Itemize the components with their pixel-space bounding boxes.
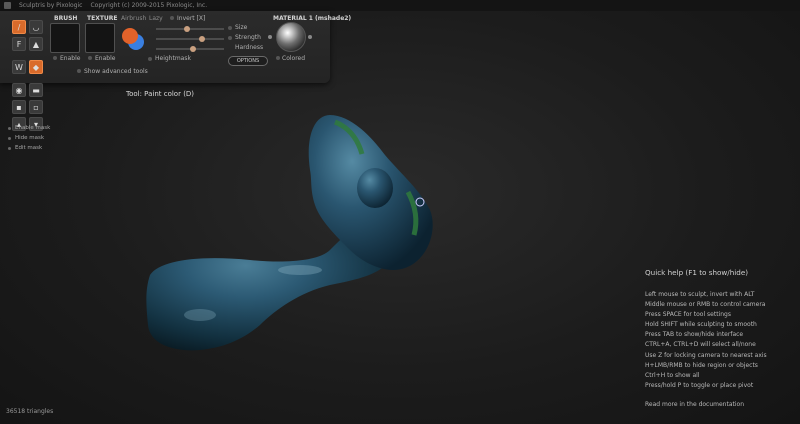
hardness-label: Hardness: [235, 44, 264, 51]
enable-brush-label: Enable: [60, 55, 81, 62]
enable-brush-checkbox[interactable]: [53, 56, 57, 60]
edit-mask-dot: [8, 146, 11, 150]
enable-texture-label: Enable: [95, 55, 116, 62]
material-preview[interactable]: [276, 22, 306, 52]
size-slider[interactable]: [156, 26, 224, 32]
material-right-dot[interactable]: [308, 35, 312, 39]
crease-icon[interactable]: ◡: [29, 20, 43, 34]
hide-mask-label: Hide mask: [15, 135, 45, 141]
colored-checkbox[interactable]: [276, 56, 280, 60]
quick-help-line: Ctrl+H to show all: [645, 371, 700, 379]
flatten-icon[interactable]: F: [12, 37, 26, 51]
material-header: MATERIAL 1 (mshade2): [273, 15, 352, 22]
heightmask-checkbox[interactable]: [148, 57, 152, 61]
quick-help-line: CTRL+A, CTRL+D will select all/none: [645, 341, 756, 349]
documentation-link[interactable]: Read more in the documentation: [645, 401, 795, 408]
enable-mask-label: Enable mask: [15, 125, 51, 131]
invert-checkbox[interactable]: [170, 16, 174, 20]
show-advanced-label: Show advanced tools: [84, 68, 148, 75]
inflate-icon[interactable]: ▲: [29, 37, 43, 51]
strength-slider[interactable]: [156, 36, 224, 42]
reduce-icon[interactable]: ▬: [29, 83, 43, 97]
texture-header: TEXTURE: [87, 15, 118, 22]
quick-help-line: Press/hold P to toggle or place pivot: [645, 381, 754, 389]
quick-help-line: H+LMB/RMB to hide region or objects: [645, 361, 758, 369]
size-label: Size: [235, 24, 248, 31]
brush-header: BRUSH: [54, 15, 78, 22]
tool-palette: / ◡ F ▲ W ◆ ◉ ▬ ▪ ▫ ▴ ▾: [12, 20, 43, 131]
strength-dot: [228, 36, 232, 40]
heightmask-label: Heightmask: [155, 55, 191, 62]
tool-status: Tool: Paint color (D): [126, 90, 195, 98]
hide-mask-dot: [8, 136, 11, 140]
airbrush-toggle[interactable]: Airbrush: [121, 15, 146, 22]
quick-help-line: Left mouse to sculpt, invert with ALT: [645, 291, 755, 298]
quick-help-line: Hold SHIFT while sculpting to smooth: [645, 321, 757, 329]
quick-help-line: Press SPACE for tool settings: [645, 311, 731, 319]
quick-help-panel: Quick help (F1 to show/hide) Left mouse …: [645, 268, 795, 408]
triangle-count: 36518 triangles: [6, 408, 54, 415]
color-icon[interactable]: ▫: [29, 100, 43, 114]
paint-brush-icon[interactable]: /: [12, 20, 26, 34]
pinch-icon[interactable]: W: [12, 60, 26, 74]
texture-slot[interactable]: [85, 23, 115, 53]
primary-color-swatch[interactable]: [122, 28, 138, 44]
hide-mask-item[interactable]: Hide mask: [8, 135, 44, 141]
invert-label: Invert [X]: [177, 15, 206, 22]
title-bar: Sculptris by Pixologic Copyright (c) 200…: [0, 0, 800, 11]
copyright-text: Copyright (c) 2009-2015 Pixologic, Inc.: [90, 2, 208, 9]
enable-texture-checkbox[interactable]: [88, 56, 92, 60]
brush-slot[interactable]: [50, 23, 80, 53]
quick-help-line: Use Z for locking camera to nearest axis: [645, 351, 767, 359]
enable-mask-dot: [8, 126, 11, 130]
grab-icon[interactable]: ◆: [29, 60, 43, 74]
colored-label: Colored: [282, 55, 306, 62]
size-slider-knob[interactable]: [183, 26, 190, 32]
app-title: Sculptris by Pixologic: [19, 2, 83, 9]
lazy-toggle[interactable]: Lazy: [149, 15, 163, 22]
strength-label: Strength: [235, 34, 261, 41]
mask-icon[interactable]: ▪: [12, 100, 26, 114]
app-icon: [4, 2, 11, 9]
enable-mask-item[interactable]: Enable mask: [8, 125, 50, 131]
edit-mask-label: Edit mask: [15, 145, 43, 151]
show-advanced-checkbox[interactable]: [77, 69, 81, 73]
material-left-dot[interactable]: [268, 35, 272, 39]
hardness-slider[interactable]: [156, 46, 224, 52]
quick-help-line: Middle mouse or RMB to control camera: [645, 301, 766, 309]
size-dot: [228, 26, 232, 30]
sculpt-model[interactable]: [140, 110, 450, 380]
quick-help-line: Press TAB to show/hide interface: [645, 331, 744, 339]
smooth-icon[interactable]: ◉: [12, 83, 26, 97]
options-button[interactable]: OPTIONS: [228, 56, 268, 66]
quick-help-title: Quick help (F1 to show/hide): [645, 268, 749, 277]
edit-mask-item[interactable]: Edit mask: [8, 145, 42, 151]
